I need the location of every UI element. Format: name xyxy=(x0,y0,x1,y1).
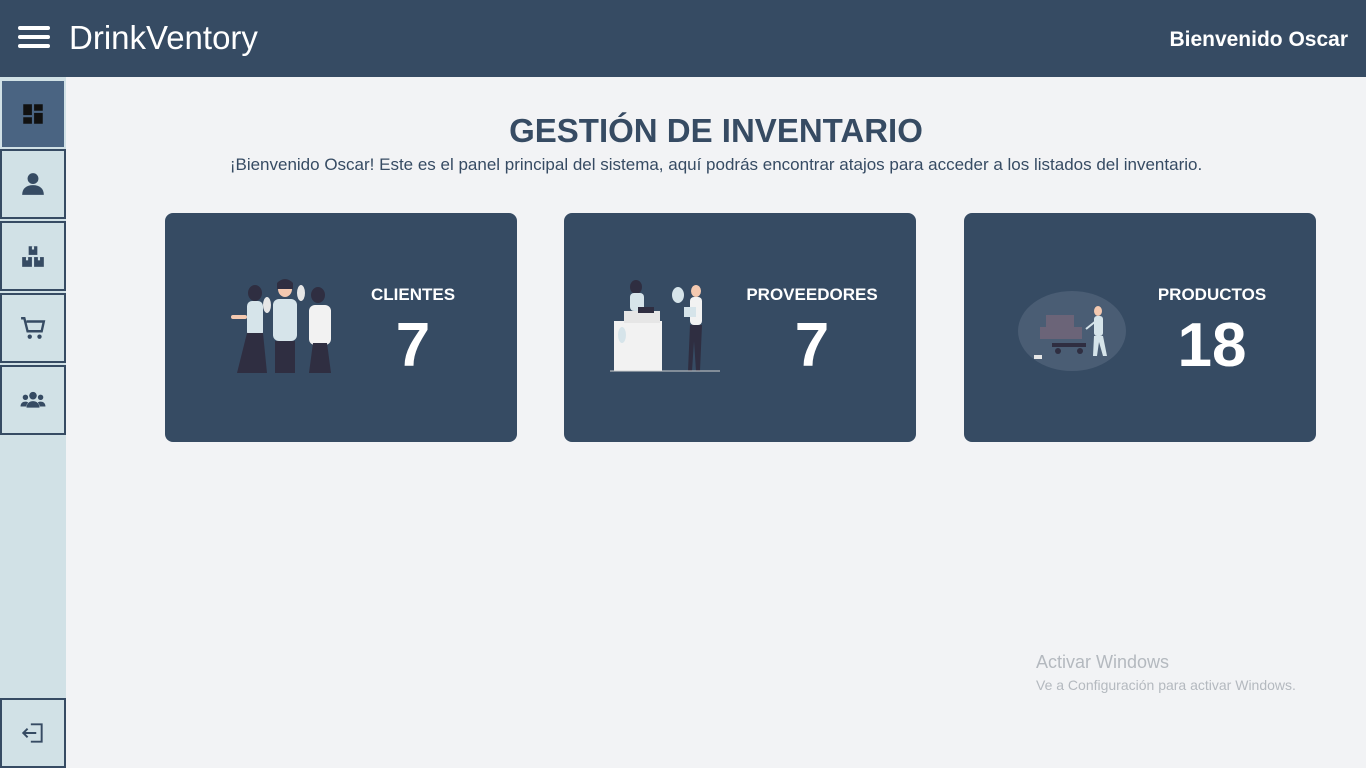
top-bar: DrinkVentory Bienvenido Oscar xyxy=(0,0,1366,77)
card-clientes[interactable]: CLIENTES 7 xyxy=(165,213,517,442)
sidebar-item-dashboard[interactable] xyxy=(0,79,66,149)
cart-icon xyxy=(21,317,46,339)
card-productos[interactable]: PRODUCTOS 18 xyxy=(964,213,1316,442)
boxes-icon xyxy=(22,246,44,267)
app-brand: DrinkVentory xyxy=(69,19,258,56)
card-count: 18 xyxy=(1177,311,1247,380)
suppliers-illustration-icon xyxy=(610,280,720,372)
user-icon xyxy=(22,173,44,195)
sidebar-item-compras[interactable] xyxy=(0,293,66,363)
logout-icon xyxy=(21,723,43,743)
page-subtitle: ¡Bienvenido Oscar! Este es el panel prin… xyxy=(229,155,1203,174)
page-title: GESTIÓN DE INVENTARIO xyxy=(509,112,923,149)
sidebar-item-productos[interactable] xyxy=(0,221,66,291)
card-count: 7 xyxy=(395,311,431,380)
dashboard-icon xyxy=(23,104,43,124)
card-proveedores[interactable]: PROVEEDORES 7 xyxy=(564,213,916,442)
welcome-user: Bienvenido Oscar xyxy=(1169,28,1348,51)
warehouse-illustration-icon xyxy=(1018,291,1126,371)
card-label: CLIENTES xyxy=(370,285,456,304)
hamburger-menu-icon[interactable] xyxy=(18,26,50,50)
card-count: 7 xyxy=(794,311,830,380)
windows-activation-title: Activar Windows xyxy=(1036,652,1170,672)
sidebar xyxy=(0,77,66,768)
card-label: PROVEEDORES xyxy=(746,285,878,304)
users-group-icon xyxy=(20,391,46,408)
sidebar-item-proveedores[interactable] xyxy=(0,365,66,435)
card-label: PRODUCTOS xyxy=(1157,285,1267,304)
sidebar-item-clientes[interactable] xyxy=(0,149,66,219)
people-illustration-icon xyxy=(231,279,331,373)
windows-activation-subtitle: Ve a Configuración para activar Windows. xyxy=(1036,677,1296,693)
logout-button[interactable] xyxy=(0,698,66,768)
